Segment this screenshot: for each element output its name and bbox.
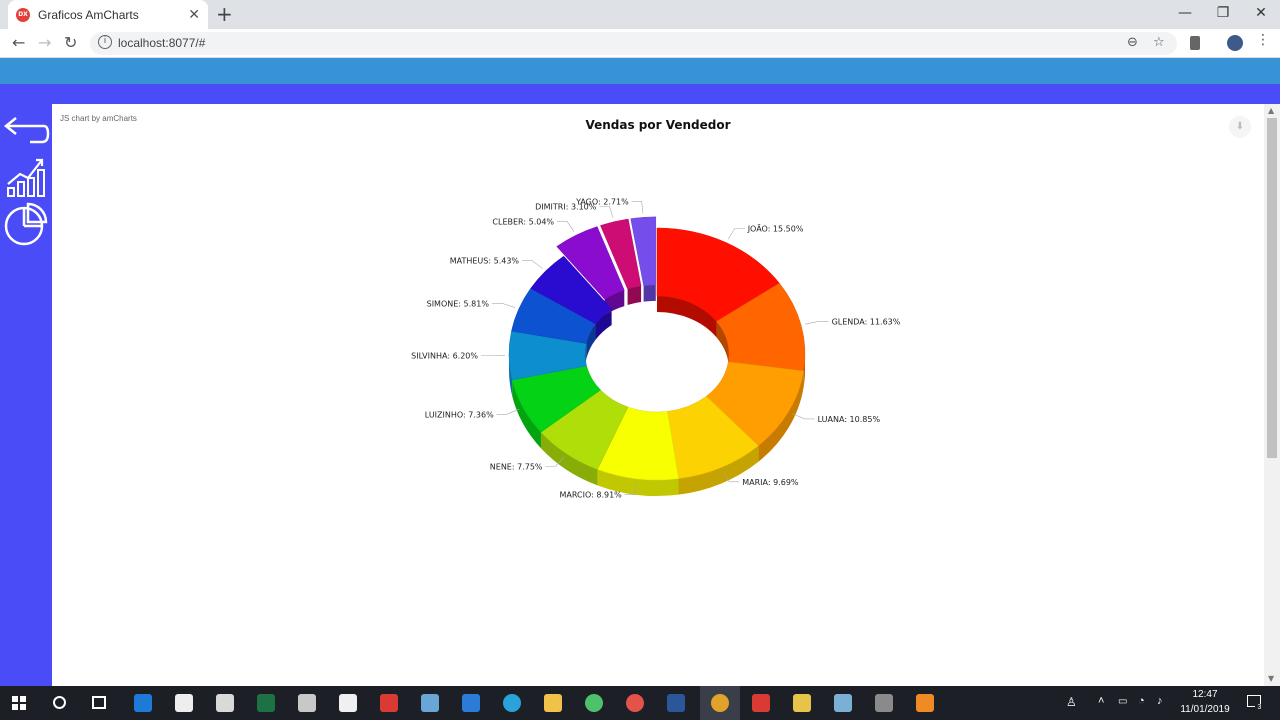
slice-label: MARIA: 9.69% (742, 478, 799, 487)
label-leader-line (491, 302, 516, 308)
slice-label: CLEBER: 5.04% (492, 217, 554, 226)
page-band (0, 84, 1280, 104)
vscode-icon[interactable] (462, 694, 480, 712)
browser-toolbar: ← → ↻ i localhost:8077/# ⊖ ☆ ⋮ (0, 29, 1280, 58)
app-red-icon[interactable] (626, 694, 644, 712)
label-leader-line (599, 205, 614, 218)
reload-icon[interactable]: ↻ (64, 33, 77, 52)
label-leader-line (496, 408, 520, 415)
store-icon[interactable] (175, 694, 193, 712)
app-blue-icon[interactable] (421, 694, 439, 712)
slice-label: MARCIO: 8.91% (559, 491, 622, 500)
scroll-down-icon[interactable]: ▼ (1268, 674, 1274, 683)
pie-chart: JOÃO: 15.50% GLENDA: 11.63% LUANA: 10.85% M… (411, 197, 901, 500)
menu-dots-icon[interactable]: ⋮ (1256, 32, 1270, 48)
pie-inner-wall (643, 284, 656, 302)
bookmark-star-icon[interactable]: ☆ (1153, 35, 1165, 50)
chart-container: JOÃO: 15.50% GLENDA: 11.63% LUANA: 10.85% M… (52, 104, 1264, 686)
notification-count: 3 (1255, 704, 1264, 713)
clock-time[interactable]: 12:47 (1176, 689, 1234, 700)
scroll-up-icon[interactable]: ▲ (1268, 106, 1274, 115)
slice-label: MATHEUS: 5.43% (450, 257, 520, 266)
tab-title: Graficos AmCharts (38, 7, 139, 22)
label-leader-line (727, 228, 745, 240)
sidebar (0, 104, 52, 686)
slack-icon[interactable] (585, 694, 603, 712)
chart-title: Vendas por Vendedor (585, 118, 731, 132)
app-gray-icon[interactable] (875, 694, 893, 712)
clock-date[interactable]: 11/01/2019 (1176, 704, 1234, 715)
file-explorer-icon[interactable] (544, 694, 562, 712)
task-view-icon[interactable] (92, 696, 106, 709)
window-controls: — ❐ ✕ (1166, 0, 1280, 29)
pie-inner-wall (627, 286, 642, 306)
zoom-icon[interactable]: ⊖ (1127, 35, 1138, 50)
profile-avatar[interactable] (1227, 35, 1243, 51)
back-arrow-icon[interactable] (2, 108, 50, 152)
pie-chart-icon[interactable] (2, 202, 50, 246)
scroll-thumb[interactable] (1267, 118, 1277, 458)
minimize-icon[interactable]: — (1166, 0, 1204, 29)
tab-bar: DX Graficos AmCharts ✕ + — ❐ ✕ (0, 0, 1280, 29)
address-url[interactable]: localhost:8077/# (118, 36, 205, 50)
windows-taskbar: ♙ ˄ ▭ ◔ ♪ 12:47 11/01/2019 3 (0, 686, 1280, 720)
tab-favicon-icon: DX (16, 7, 30, 22)
info-icon[interactable]: i (98, 35, 112, 49)
label-leader-line (557, 221, 575, 232)
tray-chevron-icon[interactable]: ˄ (1098, 695, 1104, 707)
slice-label: SILVINHA: 6.20% (411, 352, 478, 361)
mail-icon[interactable] (339, 694, 357, 712)
slice-label: LUIZINHO: 7.36% (425, 410, 494, 419)
restore-icon[interactable]: ❐ (1204, 0, 1242, 29)
forward-icon[interactable]: → (38, 33, 51, 52)
address-bar[interactable]: i localhost:8077/# ⊖ ☆ (90, 32, 1177, 55)
slice-label: LUANA: 10.85% (818, 415, 881, 424)
slice-label: JOÃO: 15.50% (747, 224, 804, 234)
word-icon[interactable] (667, 694, 685, 712)
label-leader-line (631, 201, 644, 214)
people-icon[interactable]: ♙ (1066, 695, 1077, 709)
volume-icon[interactable]: ♪ (1157, 695, 1163, 707)
sublime-icon[interactable] (916, 694, 934, 712)
close-window-icon[interactable]: ✕ (1242, 0, 1280, 29)
slice-label: NENE: 7.75% (490, 462, 543, 471)
battery-icon[interactable]: ▭ (1118, 696, 1127, 707)
dx-app-2-icon[interactable] (752, 694, 770, 712)
telegram-icon[interactable] (503, 694, 521, 712)
calculator-icon[interactable] (216, 694, 234, 712)
chrome-icon[interactable] (711, 694, 729, 712)
app-lightblue-icon[interactable] (834, 694, 852, 712)
wifi-icon[interactable]: ◔ (1138, 695, 1145, 707)
new-tab-button[interactable]: + (216, 4, 233, 24)
start-windows-icon[interactable] (12, 696, 26, 710)
browser-tab[interactable]: DX Graficos AmCharts ✕ (8, 0, 208, 29)
label-leader-line (804, 321, 829, 325)
back-icon[interactable]: ← (12, 33, 25, 52)
slice-label: YAGO: 2.71% (575, 197, 629, 206)
page-scrollbar[interactable]: ▲ ▼ (1264, 104, 1280, 686)
tools-icon[interactable] (298, 694, 316, 712)
label-leader-line (522, 260, 543, 269)
excel-icon[interactable] (257, 694, 275, 712)
page-header (0, 58, 1280, 84)
line-chart-icon[interactable] (2, 154, 50, 198)
dx-app-icon[interactable] (380, 694, 398, 712)
slice-label: SIMONE: 5.81% (427, 299, 490, 308)
edge-icon[interactable] (134, 694, 152, 712)
tab-close-icon[interactable]: ✕ (188, 7, 200, 23)
search-cortana-icon[interactable] (53, 696, 66, 709)
app-yellow-icon[interactable] (793, 694, 811, 712)
slice-label: GLENDA: 11.63% (832, 317, 901, 326)
export-download-icon[interactable]: ⬇ (1229, 116, 1251, 138)
extension-icon[interactable] (1190, 36, 1200, 50)
